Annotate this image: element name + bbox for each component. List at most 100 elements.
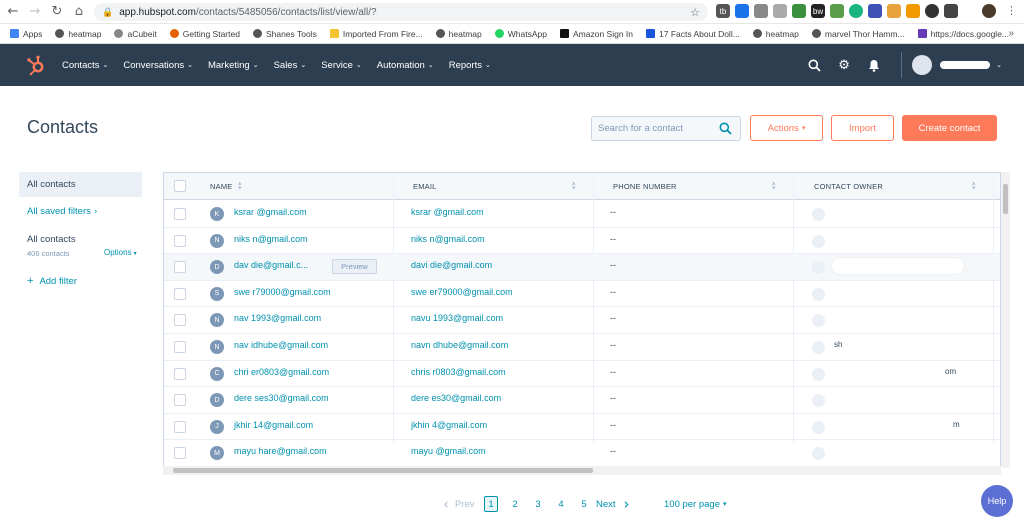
bookmark-item[interactable]: Apps: [10, 29, 42, 39]
sort-icon[interactable]: ▴ ▾: [572, 180, 576, 192]
per-page-dropdown[interactable]: 100 per page ▾: [664, 496, 727, 512]
row-checkbox[interactable]: [174, 234, 186, 247]
page-number-2[interactable]: 2: [508, 496, 522, 512]
column-header-phone[interactable]: PHONE NUMBER: [613, 173, 677, 200]
extension-icon[interactable]: [906, 4, 920, 18]
contact-email-link[interactable]: swe er79000@gmail.com: [411, 287, 513, 297]
next-page-button[interactable]: Next ›: [596, 495, 630, 513]
bookmark-item[interactable]: Getting Started: [169, 29, 240, 39]
contact-email-link[interactable]: navu 1993@gmail.com: [411, 313, 503, 323]
account-name-redacted[interactable]: [940, 61, 991, 69]
bookmark-item[interactable]: Imported From Fire...: [329, 29, 423, 39]
sort-icon[interactable]: ▴ ▾: [772, 180, 776, 192]
row-checkbox[interactable]: [174, 261, 186, 274]
nav-marketing[interactable]: Marketing ⌄: [208, 60, 259, 71]
help-button[interactable]: Help: [981, 485, 1013, 517]
bookmark-item[interactable]: Amazon Sign In: [559, 29, 633, 39]
column-header-name[interactable]: NAME: [210, 173, 232, 200]
row-checkbox[interactable]: [174, 341, 186, 353]
contact-email-link[interactable]: chris r0803@gmail.com: [411, 367, 506, 377]
contact-name-link[interactable]: dere ses30@gmail.com: [234, 393, 329, 403]
contact-name-link[interactable]: niks n@gmail.com: [234, 234, 308, 244]
contact-email-link[interactable]: navn dhube@gmail.com: [411, 340, 508, 350]
chevron-down-icon[interactable]: ⌄: [996, 61, 1002, 69]
extension-icon[interactable]: [735, 4, 749, 18]
scrollbar-thumb[interactable]: [173, 468, 593, 473]
bell-icon[interactable]: [863, 54, 885, 76]
extension-icon[interactable]: [868, 4, 882, 18]
table-row[interactable]: Cchri er0803@gmail.com chris r0803@gmail.…: [164, 361, 1000, 388]
profile-avatar[interactable]: [982, 4, 996, 18]
contact-owner[interactable]: m: [953, 420, 960, 429]
contact-name-link[interactable]: mayu hare@gmail.com: [234, 446, 327, 456]
table-row[interactable]: Nnav 1993@gmail.com navu 1993@gmail.com --: [164, 307, 1000, 334]
table-row[interactable]: Kksrar @gmail.com ksrar @gmail.com --: [164, 201, 1000, 228]
prev-page-button[interactable]: ‹ Prev: [443, 495, 475, 513]
row-checkbox[interactable]: [174, 314, 186, 327]
page-number-3[interactable]: 3: [531, 496, 545, 512]
row-checkbox[interactable]: [174, 420, 186, 433]
extension-icon[interactable]: [773, 4, 787, 18]
bookmark-star-icon[interactable]: ☆: [690, 6, 700, 19]
nav-contacts[interactable]: Contacts ⌄: [62, 60, 108, 71]
actions-button[interactable]: Actions ▾: [750, 115, 823, 141]
contact-name-link[interactable]: nav idhube@gmail.com: [234, 340, 328, 350]
table-row[interactable]: Ddav die@gmail.c... davi die@gmail.com -- P…: [164, 254, 1000, 281]
contact-email-link[interactable]: ksrar @gmail.com: [411, 207, 484, 217]
sort-icon[interactable]: ▴ ▾: [238, 180, 242, 192]
contact-email-link[interactable]: davi die@gmail.com: [411, 260, 492, 270]
search-icon[interactable]: [803, 54, 825, 76]
contact-owner[interactable]: sh: [834, 340, 842, 349]
user-avatar[interactable]: [912, 55, 933, 75]
row-checkbox[interactable]: [174, 287, 186, 300]
row-checkbox[interactable]: [174, 367, 186, 380]
column-header-owner[interactable]: CONTACT OWNER: [814, 173, 883, 200]
table-row[interactable]: Sswe r79000@gmail.com swe er79000@gmail.c…: [164, 281, 1000, 308]
table-row[interactable]: Ddere ses30@gmail.com dere es30@gmail.com…: [164, 387, 1000, 414]
extension-icon[interactable]: tb: [716, 4, 730, 18]
sidebar-item-all-contacts[interactable]: All contacts: [19, 172, 142, 197]
options-dropdown[interactable]: Options ▾: [104, 248, 137, 257]
nav-automation[interactable]: Automation ⌄: [377, 60, 434, 71]
contact-email-link[interactable]: dere es30@gmail.com: [411, 393, 501, 403]
contact-name-link[interactable]: jkhir 14@gmail.com: [234, 420, 313, 430]
nav-sales[interactable]: Sales ⌄: [274, 60, 307, 71]
contact-name-link[interactable]: nav 1993@gmail.com: [234, 313, 321, 323]
page-number-5[interactable]: 5: [577, 496, 591, 512]
contact-email-link[interactable]: niks n@gmail.com: [411, 234, 485, 244]
extension-icon[interactable]: [754, 4, 768, 18]
column-header-email[interactable]: EMAIL: [413, 173, 437, 200]
table-row[interactable]: Jjkhir 14@gmail.com jkhin 4@gmail.com -- m: [164, 414, 1000, 441]
table-row[interactable]: Nnav idhube@gmail.com navn dhube@gmail.co…: [164, 334, 1000, 361]
table-row[interactable]: Nniks n@gmail.com niks n@gmail.com --: [164, 228, 1000, 255]
contact-email-link[interactable]: mayu @gmail.com: [411, 446, 486, 456]
nav-conversations[interactable]: Conversations ⌄: [123, 60, 193, 71]
row-checkbox[interactable]: [174, 447, 186, 460]
bookmark-item[interactable]: 17 Facts About Doll...: [646, 29, 740, 39]
sort-icon[interactable]: ▴ ▾: [972, 180, 976, 192]
extension-icon[interactable]: [849, 4, 863, 18]
select-all-checkbox[interactable]: [174, 180, 186, 192]
forward-arrow-icon[interactable]: →: [26, 3, 44, 21]
bookmark-item[interactable]: marvel Thor Hamm...: [811, 29, 905, 39]
browser-menu-icon[interactable]: ⋮: [1006, 4, 1017, 17]
add-filter-link[interactable]: + Add filter: [27, 275, 77, 287]
row-checkbox[interactable]: [174, 208, 186, 220]
extension-icon[interactable]: [887, 4, 901, 18]
back-arrow-icon[interactable]: ←: [4, 3, 22, 21]
reload-icon[interactable]: ↻: [48, 3, 66, 21]
bookmark-item[interactable]: aCubeit: [114, 29, 157, 39]
address-bar[interactable]: 🔒 app.hubspot.com /contacts/5485056/cont…: [94, 3, 708, 21]
bookmarks-more-icon[interactable]: »: [1008, 28, 1014, 39]
contact-email-link[interactable]: jkhin 4@gmail.com: [411, 420, 487, 430]
page-number-1[interactable]: 1: [484, 496, 498, 512]
extension-icon[interactable]: [830, 4, 844, 18]
extension-icon[interactable]: [792, 4, 806, 18]
search-input[interactable]: [592, 117, 712, 140]
vertical-scrollbar[interactable]: [1001, 172, 1010, 468]
extension-icon[interactable]: [925, 4, 939, 18]
create-contact-button[interactable]: Create contact: [902, 115, 997, 141]
table-row[interactable]: Mmayu hare@gmail.com mayu @gmail.com --: [164, 440, 1000, 467]
bookmark-item[interactable]: Shanes Tools: [252, 29, 317, 39]
bookmark-item[interactable]: https://docs.google...: [917, 29, 1009, 39]
